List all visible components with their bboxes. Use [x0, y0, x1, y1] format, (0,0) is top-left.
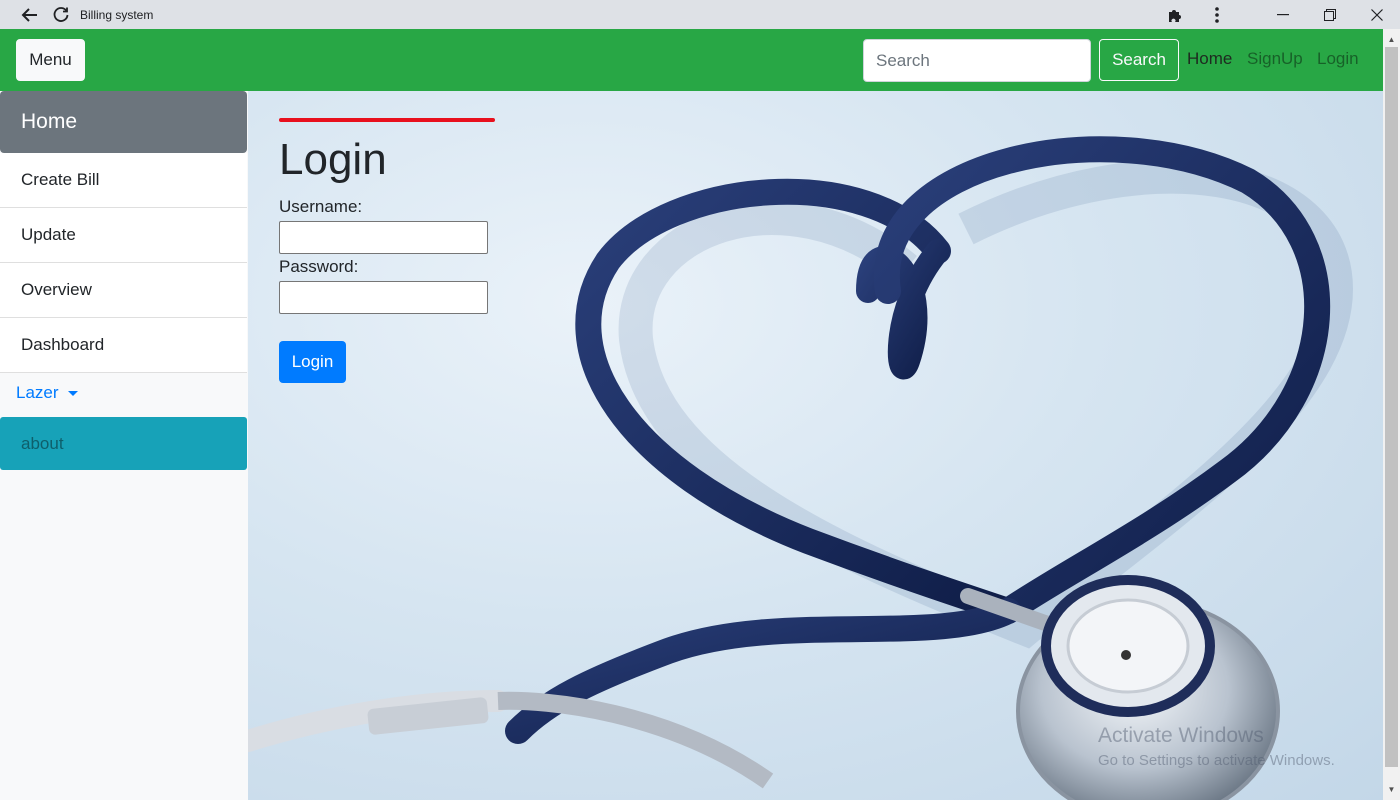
username-label: Username: — [279, 197, 363, 216]
sidebar-item-create-bill[interactable]: Create Bill — [0, 153, 247, 208]
hero-section: Login Username: Password: Login Activate… — [248, 91, 1383, 800]
nav-link-signup[interactable]: SignUp — [1247, 49, 1303, 69]
nav-link-login[interactable]: Login — [1317, 49, 1359, 69]
sidebar-item-overview[interactable]: Overview — [0, 263, 247, 318]
sidebar-dropdown-lazer[interactable]: Lazer — [16, 383, 78, 403]
caret-down-icon — [67, 390, 78, 396]
minimize-icon[interactable] — [1259, 0, 1306, 29]
watermark-subtitle: Go to Settings to activate Windows. — [1098, 752, 1335, 769]
search-button[interactable]: Search — [1099, 39, 1179, 81]
extensions-puzzle-icon[interactable] — [1163, 3, 1187, 27]
login-submit-button[interactable]: Login — [279, 341, 346, 383]
search-input[interactable] — [863, 39, 1091, 82]
activate-windows-watermark: Activate Windows Go to Settings to activ… — [1098, 724, 1335, 769]
scroll-down-arrow-icon[interactable]: ▼ — [1383, 781, 1400, 798]
password-label: Password: — [279, 257, 359, 276]
sidebar: Home Create Bill Update Overview Dashboa… — [0, 91, 248, 800]
page-scrollbar[interactable]: ▲ ▼ — [1383, 29, 1400, 800]
username-field[interactable] — [279, 221, 488, 254]
sidebar-item-about[interactable]: about — [0, 417, 247, 470]
dropdown-label: Lazer — [16, 383, 59, 402]
sidebar-item-update[interactable]: Update — [0, 208, 247, 263]
close-icon[interactable] — [1353, 0, 1400, 29]
top-navbar: Menu Search Home SignUp Login — [0, 29, 1383, 91]
login-accent-bar — [279, 118, 495, 122]
browser-titlebar: Billing system — [0, 0, 1400, 29]
menu-button[interactable]: Menu — [16, 39, 85, 81]
password-field[interactable] — [279, 281, 488, 314]
watermark-title: Activate Windows — [1098, 724, 1264, 747]
back-arrow-icon[interactable] — [17, 2, 43, 28]
scrollbar-thumb[interactable] — [1385, 47, 1398, 767]
nav-link-home[interactable]: Home — [1187, 49, 1232, 69]
tab-title: Billing system — [80, 7, 154, 22]
more-options-icon[interactable] — [1205, 3, 1229, 27]
restore-icon[interactable] — [1306, 0, 1353, 29]
sidebar-item-dashboard[interactable]: Dashboard — [0, 318, 247, 373]
sidebar-item-home[interactable]: Home — [0, 91, 247, 153]
reload-icon[interactable] — [48, 2, 74, 28]
scroll-up-arrow-icon[interactable]: ▲ — [1383, 31, 1400, 48]
login-title: Login — [279, 135, 387, 184]
stethoscope-heart-image — [248, 136, 1354, 800]
